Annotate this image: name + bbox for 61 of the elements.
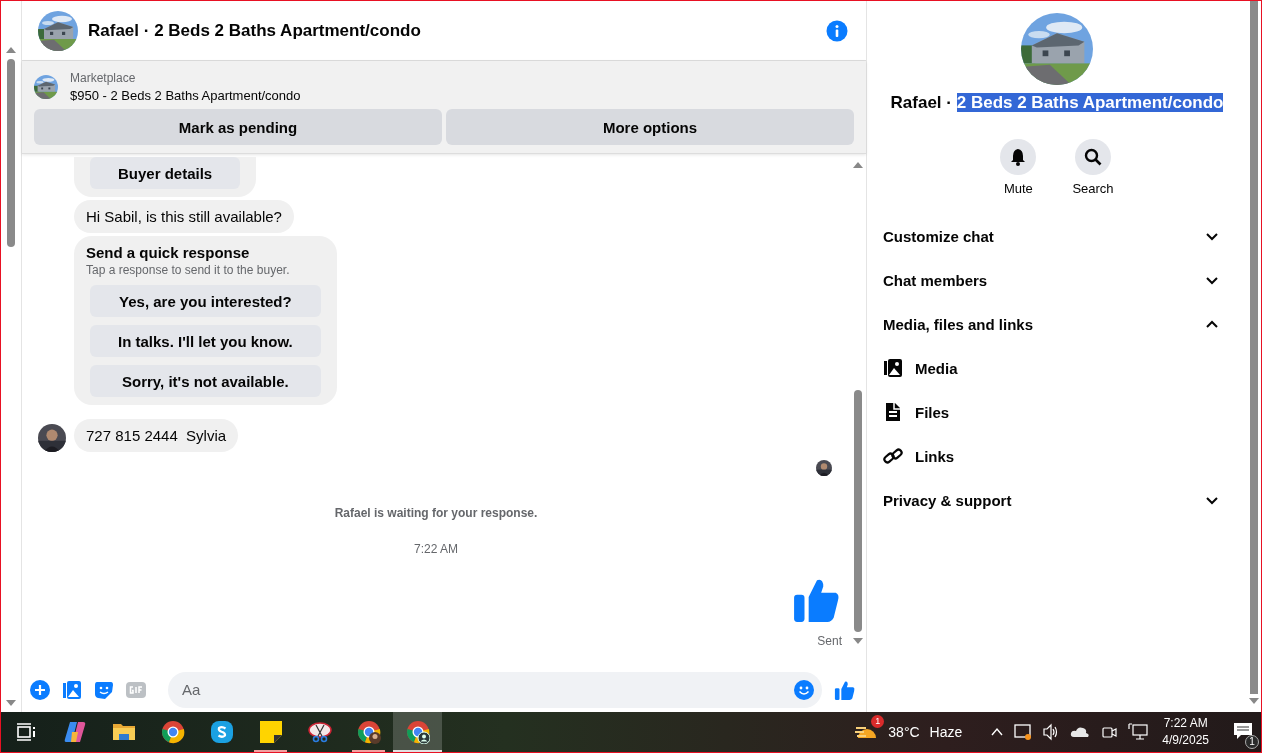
clock-date[interactable]: 4/9/2025 (1162, 732, 1209, 749)
sticky-note-icon (258, 720, 283, 744)
info-icon[interactable] (826, 19, 848, 42)
clock-time[interactable]: 7:22 AM (1163, 715, 1208, 732)
message-bubble: Hi Sabil, is this still available? (74, 200, 294, 233)
chrome-icon (160, 720, 185, 744)
scroll-down-icon[interactable] (1249, 698, 1259, 704)
scroll-down-icon[interactable] (6, 700, 16, 706)
message-field[interactable]: Aa (180, 680, 794, 699)
section-header[interactable]: Customize chat (883, 214, 1231, 258)
search-icon (1084, 148, 1102, 166)
plus-icon[interactable] (30, 679, 50, 700)
chrome-icon (356, 720, 381, 744)
buyer-details-button[interactable]: Buyer details (90, 157, 241, 189)
copilot-icon (62, 720, 87, 744)
scissors-icon (307, 720, 332, 744)
profile-name: Rafael · (890, 93, 952, 112)
listing-action-button[interactable]: More options (446, 109, 854, 145)
quick-reply-button[interactable]: Sorry, it's not available. (90, 365, 321, 397)
link-icon (883, 446, 903, 466)
scrollbar-thumb[interactable] (1250, 1, 1258, 694)
notification-badge: 1 (1245, 734, 1259, 749)
section-item[interactable]: Media (883, 346, 1231, 390)
quick-reply-button[interactable]: Yes, are you interested? (90, 285, 321, 317)
weather-condition: Haze (929, 724, 963, 740)
images-icon (883, 358, 903, 378)
scroll-down-icon[interactable] (853, 638, 863, 644)
weather-badge: 1 (871, 714, 885, 728)
listing-action-button[interactable]: Mark as pending (34, 109, 442, 145)
emoji-icon[interactable] (794, 679, 814, 700)
card-title: Send a quick response (86, 244, 251, 261)
listing-title: $950 - 2 Beds 2 Baths Apartment/condo (70, 88, 301, 103)
section-header[interactable]: Media, files and links (883, 302, 1231, 346)
chat-title: Rafael · 2 Beds 2 Baths Apartment/condo (88, 20, 422, 41)
images-icon[interactable] (62, 679, 82, 700)
section-header[interactable]: Privacy & support (883, 478, 1231, 522)
message-bubble: 727 815 2444 Sylvia (74, 419, 239, 452)
section-header[interactable]: Chat members (883, 258, 1231, 302)
profile-name: 2 Beds 2 Baths Apartment/condo (956, 93, 1224, 112)
network-icon[interactable] (1128, 723, 1149, 741)
message-bar[interactable]: Aa (168, 671, 822, 708)
monitor-icon[interactable] (1014, 723, 1033, 741)
timestamp: 7:22 AM (414, 542, 458, 556)
scroll-up-icon[interactable] (6, 47, 16, 53)
sent-status: Sent (817, 634, 842, 648)
taskbar-app[interactable] (393, 712, 442, 752)
sticker-icon[interactable] (94, 679, 114, 700)
scrollbar-thumb[interactable] (7, 59, 15, 247)
skype-icon (209, 720, 234, 744)
quick-reply-button[interactable]: In talks. I'll let you know. (90, 325, 321, 357)
temperature: 38°C (888, 724, 920, 740)
scrollbar-thumb[interactable] (854, 390, 862, 632)
document-icon (883, 402, 903, 422)
card-subtitle: Tap a response to send it to the buyer. (86, 263, 291, 277)
bell-icon (1009, 148, 1028, 166)
listing-label: Marketplace (70, 71, 137, 85)
scroll-up-icon[interactable] (853, 162, 863, 168)
chrome-icon (405, 720, 430, 744)
waiting-notice: Rafael is waiting for your response. (334, 506, 538, 520)
section-item[interactable]: Files (883, 390, 1231, 434)
section-item[interactable]: Links (883, 434, 1231, 478)
